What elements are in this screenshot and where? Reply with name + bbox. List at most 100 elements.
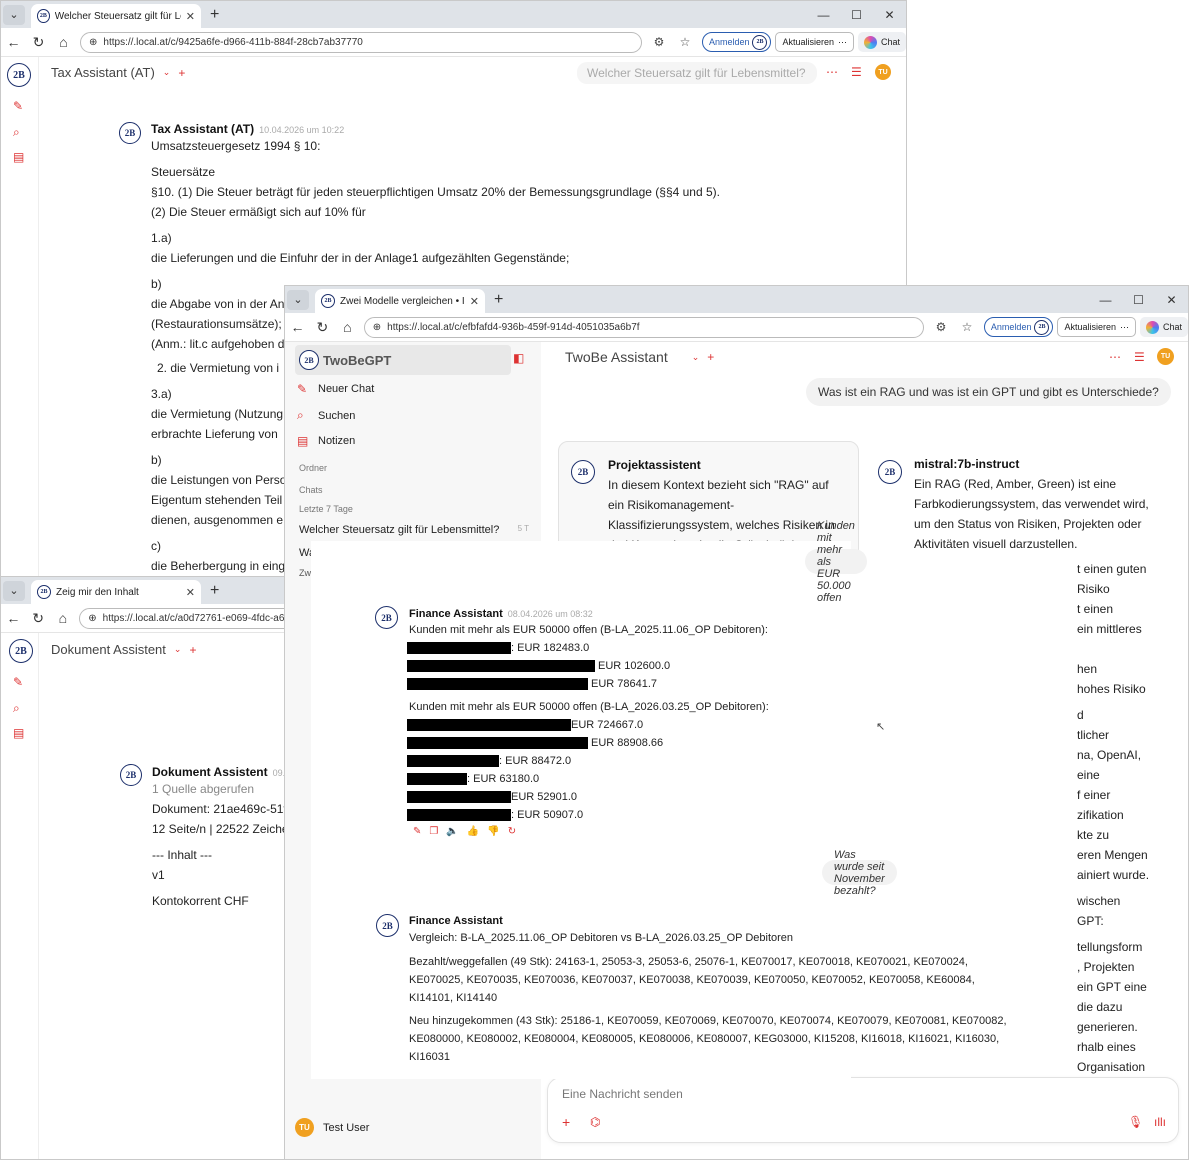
copilot-chat-button[interactable]: Chat <box>1139 317 1188 337</box>
user-menu[interactable]: TU Test User <box>295 1118 369 1137</box>
globe-icon: ⊕ <box>89 36 98 48</box>
search-icon: ⌕ <box>297 408 304 422</box>
close-window-icon[interactable]: ✕ <box>1155 293 1188 307</box>
address-bar[interactable]: ⊕ https://.local.at/c/9425a6fe-d966-411b… <box>80 31 642 53</box>
model-name[interactable]: TwoBe Assistant <box>565 349 668 365</box>
home-icon[interactable]: ⌂ <box>51 610 76 626</box>
reload-icon[interactable]: ↻ <box>26 610 51 627</box>
reload-icon[interactable]: ↻ <box>26 34 51 51</box>
sidebar-item-new-chat[interactable]: ✎ Neuer Chat <box>297 382 374 396</box>
thumbs-up-icon[interactable]: 👍 <box>467 826 479 837</box>
address-bar[interactable]: ⊕ https://.local.at/c/efbfafd4-936b-459f… <box>363 316 925 338</box>
response-fragment: eine <box>1077 768 1100 782</box>
new-tab-button[interactable]: + <box>494 291 503 309</box>
chevron-down-icon[interactable]: ⌄ <box>692 352 700 363</box>
list-heading: Kunden mit mehr als EUR 50000 offen (B-L… <box>409 624 768 636</box>
model-name[interactable]: Dokument Assistent <box>51 642 166 657</box>
thumbs-down-icon[interactable]: 👎 <box>487 826 499 837</box>
copy-icon[interactable]: ❐ <box>429 826 438 837</box>
minimize-icon[interactable]: — <box>1089 293 1122 307</box>
maximize-icon[interactable]: ☐ <box>1122 293 1155 307</box>
chevron-down-icon[interactable]: ⌄ <box>163 67 171 78</box>
address-bar[interactable]: ⊕ https://.local.at/c/a0d72761-e069-4fdc… <box>79 607 317 629</box>
close-window-icon[interactable]: ✕ <box>873 8 906 22</box>
sidebar-toggle-icon[interactable]: ◧ <box>513 351 524 365</box>
new-chat-icon[interactable]: ✎ <box>13 675 23 689</box>
sign-in-label: Anmelden <box>990 322 1032 332</box>
chat-list-item[interactable]: Zw <box>299 568 311 578</box>
new-tab-button[interactable]: + <box>210 582 219 600</box>
folder-heading[interactable]: Ordner <box>299 463 327 473</box>
back-icon[interactable]: ← <box>1 34 26 50</box>
new-tab-button[interactable]: + <box>210 6 219 24</box>
tab-dokument[interactable]: 2B Zeig mir den Inhalt ✕ <box>31 580 201 604</box>
back-icon[interactable]: ← <box>1 610 26 626</box>
copilot-chat-button[interactable]: Chat <box>858 32 906 52</box>
update-button[interactable]: Aktualisieren ⋯ <box>775 32 855 52</box>
response-fragment: GPT: <box>1077 914 1104 928</box>
close-tab-icon[interactable]: ✕ <box>470 295 479 308</box>
voice-wave-icon[interactable]: ıllı <box>1154 1115 1166 1129</box>
message-input[interactable]: Eine Nachricht senden <box>562 1087 683 1101</box>
edit-icon[interactable]: ✎ <box>413 826 421 837</box>
tab-list-button[interactable]: ⌄ <box>3 4 25 25</box>
app-logo[interactable]: 2B <box>9 639 33 663</box>
tab-list-button[interactable]: ⌄ <box>287 289 309 310</box>
microphone-icon[interactable]: 🎙 <box>1128 1115 1143 1129</box>
menu-icon[interactable]: ⋯ <box>1109 350 1121 364</box>
tab-list-button[interactable]: ⌄ <box>3 580 25 601</box>
close-tab-icon[interactable]: ✕ <box>186 10 195 23</box>
extensions-icon[interactable]: ⚙ <box>928 320 954 334</box>
sidebar-item-notes[interactable]: ▤ Notizen <box>297 434 355 448</box>
user-avatar[interactable]: TU <box>1157 348 1174 365</box>
notes-icon[interactable]: ▤ <box>13 150 24 164</box>
home-icon[interactable]: ⌂ <box>51 34 76 50</box>
right-response-overflow: t einen guten Risiko t einen ein mittler… <box>1077 559 1177 1077</box>
favorites-icon[interactable]: ☆ <box>954 320 980 334</box>
settings-icon[interactable]: ☰ <box>851 65 862 79</box>
regenerate-icon[interactable]: ↻ <box>508 826 516 837</box>
tab-tax[interactable]: 2B Welcher Steuersatz gilt für Le… ✕ <box>31 4 201 28</box>
tab-compare[interactable]: 2B Zwei Modelle vergleichen • I ✕ <box>315 289 485 313</box>
close-tab-icon[interactable]: ✕ <box>186 586 195 599</box>
sidebar-item-label: Neuer Chat <box>318 383 375 395</box>
chevron-down-icon[interactable]: ⌄ <box>174 644 182 655</box>
minimize-icon[interactable]: — <box>807 8 840 22</box>
speaker-icon[interactable]: 🔈 <box>446 826 458 837</box>
source-count[interactable]: 1 Quelle abgerufen <box>152 782 254 796</box>
reload-icon[interactable]: ↻ <box>310 319 335 336</box>
update-button[interactable]: Aktualisieren ⋯ <box>1057 317 1136 337</box>
home-icon[interactable]: ⌂ <box>335 319 360 335</box>
sidebar-item-label: Notizen <box>318 435 356 447</box>
search-icon[interactable]: ⌕ <box>13 125 20 140</box>
tab-title: Zwei Modelle vergleichen • I <box>340 295 465 307</box>
chat-search-input[interactable]: Welcher Steuersatz gilt für Lebensmittel… <box>577 62 817 84</box>
extensions-icon[interactable]: ⚙ <box>646 35 672 49</box>
back-icon[interactable]: ← <box>285 319 310 335</box>
favorites-icon[interactable]: ☆ <box>672 35 698 49</box>
sign-in-button[interactable]: Anmelden 2B <box>983 317 1054 337</box>
add-model-icon[interactable]: + <box>189 643 196 657</box>
message-line: §10. (1) Die Steuer beträgt für jeden st… <box>151 185 720 199</box>
maximize-icon[interactable]: ☐ <box>840 8 873 22</box>
chat-list-item[interactable]: Welcher Steuersatz gilt für Lebensmittel… <box>299 524 529 536</box>
new-chat-icon[interactable]: ✎ <box>13 99 23 113</box>
model-response-card-right[interactable]: 2B mistral:7b-instruct Ein RAG (Red, Amb… <box>872 451 1172 551</box>
tools-icon[interactable]: ⌬ <box>590 1115 600 1129</box>
plus-icon[interactable]: + <box>562 1114 570 1130</box>
sign-in-button[interactable]: Anmelden 2B <box>701 32 772 52</box>
notes-icon[interactable]: ▤ <box>13 726 24 740</box>
chat-header: Dokument Assistent ⌄ + <box>51 642 196 657</box>
model-name[interactable]: Tax Assistant (AT) <box>51 65 155 80</box>
add-model-icon[interactable]: + <box>178 66 185 80</box>
user-avatar[interactable]: TU <box>875 64 891 80</box>
chats-heading[interactable]: Chats <box>299 485 323 495</box>
settings-icon[interactable]: ☰ <box>1134 350 1145 364</box>
sidebar-brand[interactable]: 2B TwoBeGPT <box>295 345 511 375</box>
response-fragment: d <box>1077 708 1084 722</box>
menu-icon[interactable]: ⋯ <box>826 65 838 79</box>
search-icon[interactable]: ⌕ <box>13 701 20 716</box>
add-model-icon[interactable]: + <box>707 350 714 364</box>
app-logo[interactable]: 2B <box>7 63 31 87</box>
sidebar-item-search[interactable]: ⌕ Suchen <box>297 408 355 423</box>
